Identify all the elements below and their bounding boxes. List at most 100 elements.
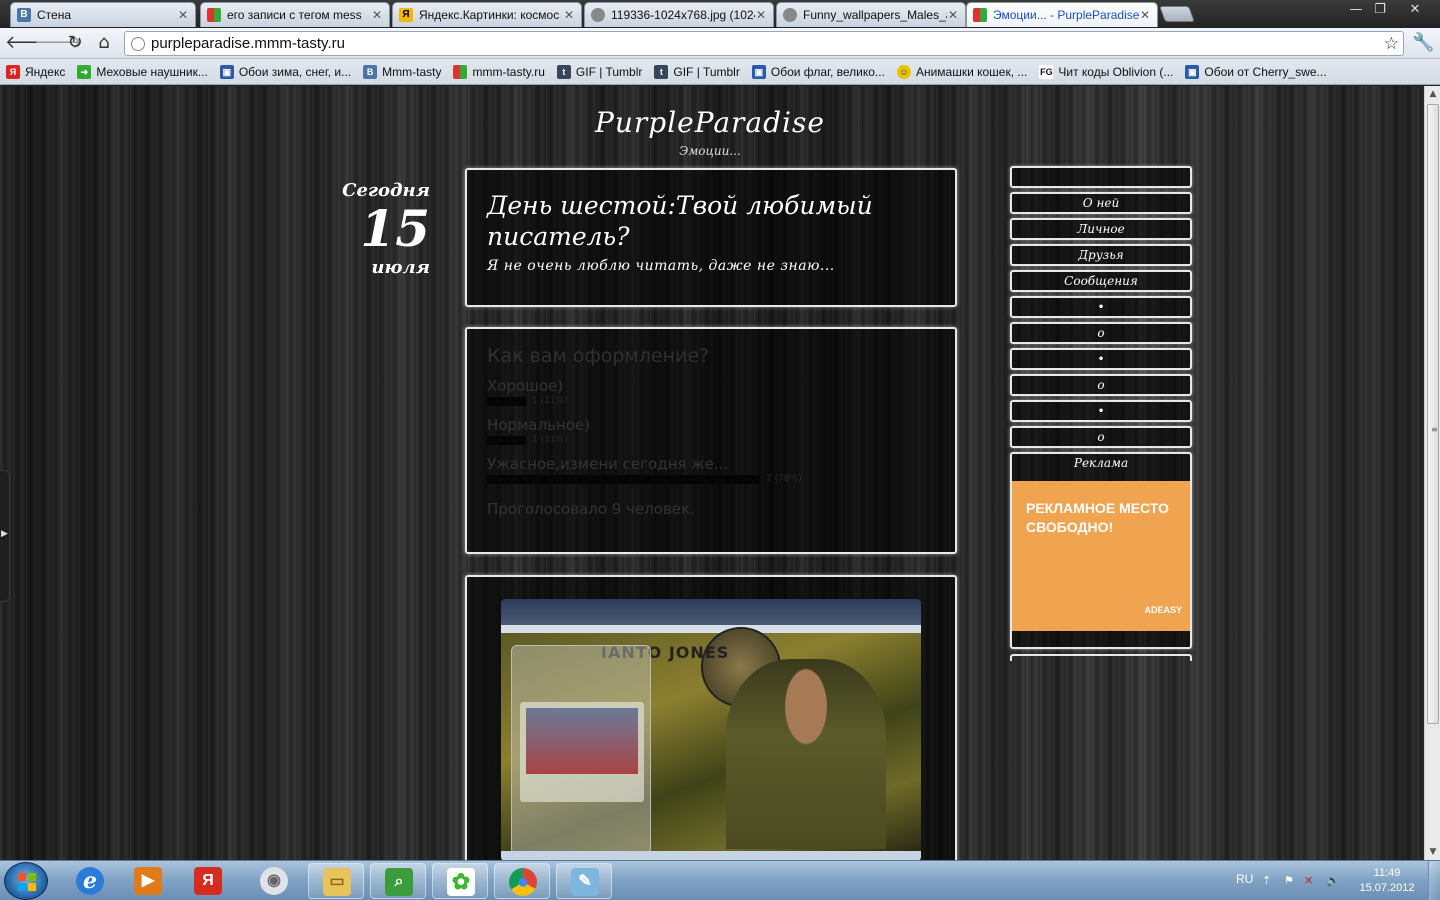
- page-content: PurpleParadise Эмоции... Сегодня 15 июля…: [0, 86, 1424, 860]
- action-center-icon[interactable]: ⚑: [1284, 874, 1298, 888]
- address-url[interactable]: purpleparadise.mmm-tasty.ru: [151, 35, 1384, 52]
- bookmark-label: mmm-tasty.ru: [472, 64, 545, 79]
- windows-taskbar: e ▶ Я ◉ ▭ ⌕ ✿ ● ✎ RU ⇡ ⚑ ✕ 🔈 11:49 15.07…: [0, 860, 1440, 900]
- sidebar-item-dot[interactable]: •: [1010, 348, 1192, 370]
- bookmarks-bar: Я Яндекс ➜ Меховые наушник... ▣ Обои зима, …: [0, 59, 1440, 85]
- taskbar-app[interactable]: Я: [180, 863, 236, 899]
- taskbar-app[interactable]: ●: [494, 863, 550, 899]
- bookmark-label: Обои от Cherry_swe...: [1204, 64, 1327, 79]
- close-tab-icon[interactable]: ✕: [755, 8, 767, 22]
- browser-toolbar: 🡐 🡒 ↻ ⌂ purpleparadise.mmm-tasty.ru ☆ 🔧: [0, 28, 1440, 59]
- home-button[interactable]: ⌂: [92, 32, 116, 54]
- reload-button[interactable]: ↻: [63, 32, 87, 54]
- scroll-up-arrow-icon[interactable]: ▲: [1425, 86, 1440, 102]
- sidebar-item-circle[interactable]: о: [1010, 374, 1192, 396]
- sidebar-item-personal[interactable]: Личное: [1010, 218, 1192, 240]
- poll-option-label: Хорошое): [487, 377, 564, 395]
- tumblr-icon: t: [654, 64, 669, 79]
- sidebar-item-dot[interactable]: •: [1010, 400, 1192, 422]
- screenshot-toolbar: [501, 625, 921, 633]
- tab-title: Эмоции... - PurpleParadise: [993, 8, 1139, 22]
- bookmark-item[interactable]: ▣ Обои флаг, велико...: [751, 64, 885, 79]
- side-panel-toggle[interactable]: ▶: [0, 470, 10, 602]
- bookmark-item[interactable]: Я Яндекс: [6, 64, 65, 79]
- site-title[interactable]: PurpleParadise: [560, 106, 860, 139]
- forward-button[interactable]: 🡒: [34, 32, 82, 54]
- close-tab-icon[interactable]: ✕: [371, 8, 383, 22]
- screenshot-tabbar: [501, 599, 921, 625]
- sidebar-item-circle[interactable]: о: [1010, 322, 1192, 344]
- wrench-menu-icon[interactable]: 🔧: [1412, 32, 1434, 53]
- sidebar-item-friends[interactable]: Друзья: [1010, 244, 1192, 266]
- sidebar-item-dot[interactable]: •: [1010, 296, 1192, 318]
- sidebar-item-blank[interactable]: [1010, 166, 1192, 188]
- close-tab-icon[interactable]: ✕: [1139, 8, 1151, 22]
- back-button[interactable]: 🡐: [5, 32, 53, 54]
- close-window-button[interactable]: ✕: [1400, 0, 1430, 20]
- bookmark-item[interactable]: B Mmm-tasty: [363, 64, 441, 79]
- taskbar-app[interactable]: ▶: [120, 863, 176, 899]
- post-text: Я не очень люблю читать, даже не знаю...: [487, 258, 835, 274]
- post-title[interactable]: День шестой:Твой любимый писатель?: [487, 190, 935, 252]
- browser-tab[interactable]: 119336-1024x768.jpg (1024 ✕: [584, 2, 774, 27]
- tab-title: 119336-1024x768.jpg (1024: [611, 8, 755, 22]
- bookmark-item[interactable]: t GIF | Tumblr: [556, 64, 642, 79]
- taskbar-app[interactable]: ⌕: [370, 863, 426, 899]
- taskbar-app[interactable]: ◉: [246, 863, 302, 899]
- poll-option: Нормальное) 1 (11%): [487, 416, 935, 445]
- scroll-down-arrow-icon[interactable]: ▼: [1425, 844, 1440, 860]
- browser-tab[interactable]: Funny_wallpapers_Males_a ✕: [776, 2, 966, 27]
- close-tab-icon[interactable]: ✕: [947, 8, 959, 22]
- close-tab-icon[interactable]: ✕: [177, 8, 189, 22]
- bookmark-item[interactable]: ➜ Меховые наушник...: [77, 64, 208, 79]
- poll-option: Хорошое) 1 (11%): [487, 377, 935, 406]
- fg-icon: FG: [1039, 64, 1054, 79]
- new-tab-button[interactable]: [1159, 6, 1195, 22]
- ad-banner[interactable]: РЕКЛАМНОЕ МЕСТО СВОБОДНО! ADEASY: [1012, 481, 1190, 631]
- system-clock[interactable]: 11:49 15.07.2012: [1352, 866, 1422, 896]
- sidebar-item-about[interactable]: О ней: [1010, 192, 1192, 214]
- tags-icon: [207, 8, 221, 22]
- grip-icon: ≡: [1431, 425, 1438, 434]
- taskbar-app[interactable]: ✎: [556, 863, 612, 899]
- sidebar-item-circle[interactable]: о: [1010, 426, 1192, 448]
- close-tab-icon[interactable]: ✕: [563, 8, 575, 22]
- volume-icon[interactable]: 🔈: [1326, 874, 1340, 888]
- page-info-icon[interactable]: [131, 36, 145, 51]
- date-widget: Сегодня 15 июля: [340, 180, 430, 278]
- bookmark-label: Обои зима, снег, и...: [238, 64, 352, 79]
- browser-tab[interactable]: Я Яндекс.Картинки: космос ✕: [392, 2, 582, 27]
- post-screenshot-image[interactable]: IANTO JONES: [501, 599, 921, 860]
- bookmark-item[interactable]: mmm-tasty.ru: [453, 64, 545, 79]
- start-button[interactable]: [4, 862, 48, 900]
- vertical-scrollbar[interactable]: ▲ ≡ ▼: [1424, 86, 1440, 860]
- bookmark-item[interactable]: FG Чит коды Oblivion (...: [1039, 64, 1173, 79]
- bookmark-item[interactable]: ▣ Обои зима, снег, и...: [219, 64, 352, 79]
- bookmark-item[interactable]: t GIF | Tumblr: [654, 64, 740, 79]
- bookmark-star-icon[interactable]: ☆: [1384, 34, 1403, 54]
- browser-tab[interactable]: B Стена ✕: [10, 2, 196, 27]
- wallpaper-site-icon: ▣: [1185, 64, 1200, 79]
- bookmark-item[interactable]: ▣ Обои от Cherry_swe...: [1185, 64, 1327, 79]
- browser-tab-active[interactable]: Эмоции... - PurpleParadise ✕: [966, 2, 1158, 27]
- play-arrow-icon: ▶: [1, 529, 8, 539]
- taskbar-app[interactable]: ✿: [432, 863, 488, 899]
- taskbar-app[interactable]: e: [62, 863, 118, 899]
- poll-bar: [487, 396, 526, 406]
- date-month: июля: [371, 257, 430, 278]
- sidebar-item-messages[interactable]: Сообщения: [1010, 270, 1192, 292]
- site-icon: [453, 64, 468, 79]
- bookmark-item[interactable]: ☺ Анимашки кошек, ...: [896, 64, 1027, 79]
- language-indicator[interactable]: RU: [1236, 872, 1253, 886]
- maximize-button[interactable]: ❐: [1366, 0, 1394, 20]
- date-day: 15: [360, 199, 430, 258]
- browser-tab[interactable]: его записи с тегом mess ✕: [200, 2, 390, 27]
- scrollbar-thumb[interactable]: ≡: [1427, 104, 1439, 724]
- network-disconnected-icon[interactable]: ✕: [1304, 874, 1318, 888]
- show-desktop-button[interactable]: [1428, 861, 1440, 900]
- tray-expand-icon[interactable]: ⇡: [1262, 874, 1276, 888]
- address-bar[interactable]: purpleparadise.mmm-tasty.ru ☆: [124, 31, 1404, 56]
- internet-explorer-icon: e: [76, 867, 104, 895]
- taskbar-app[interactable]: ▭: [308, 863, 364, 899]
- screenshot-subpanel: [520, 702, 644, 802]
